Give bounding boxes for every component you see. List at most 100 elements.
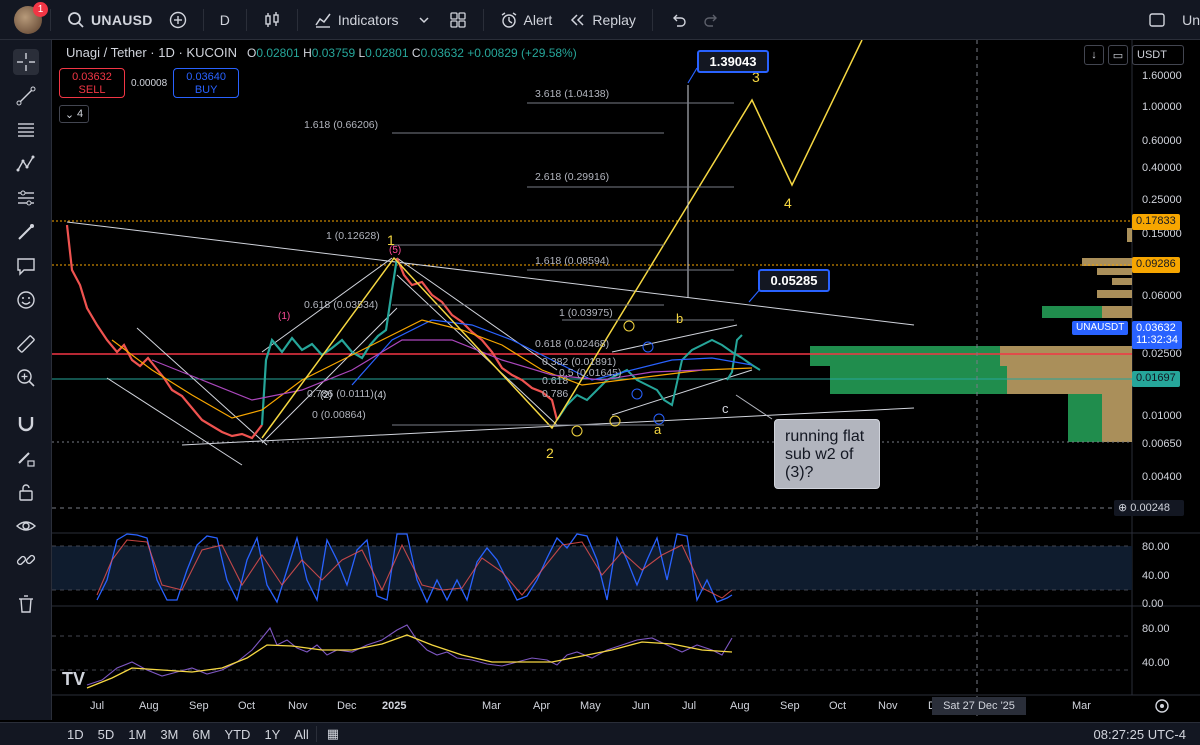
fib-levels-icon xyxy=(18,123,34,137)
calendar-icon: ▦ xyxy=(326,726,340,741)
text-tool[interactable] xyxy=(13,253,39,279)
range-5d[interactable]: 5D xyxy=(91,727,122,742)
range-ytd[interactable]: YTD xyxy=(217,727,257,742)
magnet-tool[interactable] xyxy=(13,411,39,437)
range-1d[interactable]: 1D xyxy=(60,727,91,742)
zoom-tool[interactable] xyxy=(13,365,39,391)
price-tag-green: 0.01697 xyxy=(1132,371,1180,387)
pattern-tool[interactable] xyxy=(13,151,39,177)
interval-button[interactable]: D xyxy=(212,12,238,28)
fib-label: 0.786 xyxy=(542,388,568,400)
replay-button[interactable]: Replay xyxy=(560,11,644,29)
time-tick: Nov xyxy=(878,700,898,712)
symbol-title[interactable]: Unagi / Tether · 1D · KUCOIN xyxy=(66,45,237,60)
range-1y[interactable]: 1Y xyxy=(257,727,287,742)
fib-tool[interactable] xyxy=(13,117,39,143)
undo-button[interactable] xyxy=(661,11,695,29)
layout-button[interactable] xyxy=(441,11,475,29)
symbol-search-button[interactable]: UNAUSD xyxy=(59,11,161,29)
time-tick: Sep xyxy=(189,700,209,712)
alert-button[interactable]: Alert xyxy=(492,11,561,29)
fib-label: 0.618 xyxy=(542,375,568,387)
divider xyxy=(245,8,247,31)
crosshair-icon xyxy=(17,53,35,71)
layout-name-button[interactable]: Un xyxy=(1174,12,1200,28)
wave-label-sub4: (4) xyxy=(374,390,386,401)
search-icon xyxy=(68,11,84,28)
compare-symbol-button[interactable] xyxy=(161,11,195,29)
trend-line-tool[interactable] xyxy=(13,83,39,109)
indicators-toggle[interactable]: ⌄ 4 xyxy=(59,105,89,123)
sell-label: SELL xyxy=(78,84,106,96)
fullscreen-button[interactable] xyxy=(1140,11,1174,29)
time-tick: May xyxy=(580,700,601,712)
chart-type-button[interactable] xyxy=(255,11,289,29)
divider xyxy=(651,8,653,31)
indicator-count: 4 xyxy=(77,108,84,120)
indicators-button[interactable]: Indicators xyxy=(306,11,407,29)
lock-drawings-tool[interactable] xyxy=(13,479,39,505)
osc-tick: 40.00 xyxy=(1142,570,1170,582)
hide-drawings-tool[interactable] xyxy=(13,513,39,539)
current-price: 0.03632 xyxy=(1136,322,1176,334)
smiley-icon xyxy=(17,291,35,309)
price-tick: 1.00000 xyxy=(1142,101,1182,113)
buy-button[interactable]: 0.03640 BUY xyxy=(173,68,240,98)
fib-label: 2.618 (0.29916) xyxy=(535,171,609,183)
crosshair-price: 0.00248 xyxy=(1130,502,1171,514)
divider xyxy=(202,8,204,31)
rsi-ma-line xyxy=(86,634,733,689)
divider xyxy=(482,8,484,31)
maximize-pane-button[interactable]: ▭ xyxy=(1108,45,1128,65)
price-tag-value: 0.17833 xyxy=(1136,215,1176,227)
spread-value: 0.00008 xyxy=(131,77,168,89)
price-target-value: 1.39043 xyxy=(709,54,757,69)
sell-button[interactable]: 0.03632 SELL xyxy=(59,68,125,98)
currency-select[interactable]: USDT xyxy=(1132,45,1184,65)
range-6m[interactable]: 6M xyxy=(185,727,217,742)
move-down-button[interactable]: ↓ xyxy=(1084,45,1104,65)
time-tick: Mar xyxy=(482,700,501,712)
tradingview-logo-icon[interactable]: TV xyxy=(62,669,85,689)
fib-label: 1.618 (0.08594) xyxy=(535,255,609,267)
date-range-button[interactable]: ▦ xyxy=(315,726,346,742)
price-chart[interactable]: 3.618 (1.04138) 1.618 (0.66206) 2.618 (0… xyxy=(52,40,1200,720)
range-3m[interactable]: 3M xyxy=(153,727,185,742)
bottom-toolbar: 1D 5D 1M 3M 6M YTD 1Y All ▦ 08:27:25 UTC… xyxy=(0,722,1200,745)
sell-price: 0.03632 xyxy=(72,71,112,83)
moving-averages xyxy=(111,319,753,419)
price-tag-fib-mid: 0.09286 xyxy=(1132,257,1180,273)
remove-drawings-tool[interactable] xyxy=(13,591,39,617)
stay-drawing-tool[interactable] xyxy=(13,445,39,471)
measure-tool[interactable] xyxy=(13,331,39,357)
indicators-label: Indicators xyxy=(337,11,399,28)
zoom-in-icon xyxy=(17,369,35,387)
osc-tick: 0.00 xyxy=(1142,598,1163,610)
candlestick-icon xyxy=(265,11,279,27)
time-tick: Jun xyxy=(632,700,650,712)
clock[interactable]: 08:27:25 UTC-4 xyxy=(1087,727,1200,742)
drawing-toolbar xyxy=(0,40,52,720)
undo-icon xyxy=(672,14,686,27)
annotation-note[interactable]: running flat sub w2 of (3)? xyxy=(774,419,880,489)
symbol-tag-label: UNAUSDT xyxy=(1076,322,1125,333)
user-avatar[interactable]: 1 xyxy=(14,1,48,34)
gear-icon-center xyxy=(1160,704,1164,708)
change-value: +0.00829 (+29.58%) xyxy=(467,45,577,60)
notification-badge: 1 xyxy=(33,1,48,17)
brush-tool[interactable] xyxy=(13,219,39,245)
forecast-tool[interactable] xyxy=(13,185,39,211)
range-all[interactable]: All xyxy=(287,727,315,742)
redo-icon xyxy=(704,14,717,27)
indicator-templates-button[interactable] xyxy=(407,11,441,29)
replay-label: Replay xyxy=(592,11,636,28)
sync-drawings-tool[interactable] xyxy=(13,547,39,573)
fib-label: 0 (0.00864) xyxy=(312,409,366,421)
note-pointer xyxy=(735,394,773,420)
wave-label-b: b xyxy=(676,311,683,326)
redo-button[interactable] xyxy=(695,11,729,29)
icon-tool[interactable] xyxy=(13,287,39,313)
time-tick: Nov xyxy=(288,700,308,712)
crosshair-tool[interactable] xyxy=(13,49,39,75)
range-1m[interactable]: 1M xyxy=(121,727,153,742)
